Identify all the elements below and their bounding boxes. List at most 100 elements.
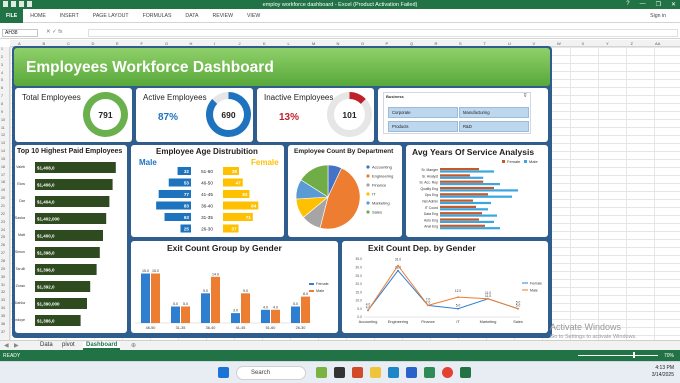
exit-dept-male-label: 11.0 xyxy=(485,291,491,295)
taskbar-search[interactable]: Search xyxy=(236,366,306,380)
dept-legend-marker xyxy=(366,165,370,169)
tab-data[interactable]: DATA xyxy=(178,13,205,19)
tab-scroll-right-icon[interactable]: ▶ xyxy=(14,342,19,349)
service-female-bar xyxy=(440,168,479,171)
store-icon[interactable] xyxy=(424,367,435,378)
service-male-bar xyxy=(440,201,491,205)
minimize-button[interactable]: — xyxy=(640,1,646,8)
age-chart: 32 51-60 38 53 46-50 47 77 41-45 63 83 36-40 84 63 31… xyxy=(156,167,259,233)
row-header: 7 xyxy=(1,94,3,99)
age-female-value: 38 xyxy=(232,169,238,174)
top10-value: $1,386,0 xyxy=(37,319,55,324)
sign-in-link[interactable]: Sign in xyxy=(650,13,666,19)
exit-gender-male-label: 15.0 xyxy=(152,269,159,273)
exit-gender-female-bar xyxy=(171,306,180,323)
exit-dept-male-label: 31.0 xyxy=(395,258,401,262)
file-explorer-icon[interactable] xyxy=(370,367,381,378)
clear-filter-icon[interactable]: ⊽ xyxy=(523,93,527,99)
top10-name: Valeb xyxy=(16,165,25,169)
mail-icon[interactable] xyxy=(406,367,417,378)
tab-review[interactable]: REVIEW xyxy=(206,13,240,19)
row-header: 35 xyxy=(1,313,5,318)
row-header: 17 xyxy=(1,172,5,177)
windows-start-icon[interactable] xyxy=(218,367,229,378)
tab-scroll-left-icon[interactable]: ◀ xyxy=(4,342,9,349)
slicer-item-manufacturing[interactable]: Manufacturing xyxy=(459,107,529,118)
top10-value: $1,392,0 xyxy=(37,285,55,290)
exit-dept-legend-label: Male xyxy=(530,289,538,293)
age-band-label: 31-35 xyxy=(201,215,213,220)
slicer-item-corporate[interactable]: Corporate xyxy=(388,107,458,118)
exit-dept-male-line xyxy=(367,264,519,311)
service-female-bar xyxy=(440,218,479,221)
tab-page-layout[interactable]: PAGE LAYOUT xyxy=(86,13,136,19)
top10-value: $1,408,0 xyxy=(37,166,55,171)
top10-value: $1,400,0 xyxy=(37,234,55,239)
task-view-icon[interactable] xyxy=(334,367,345,378)
dept-card: Employee Count By Department Accounting E… xyxy=(288,145,402,237)
service-role-label: Quality Eng xyxy=(420,187,438,191)
restore-button[interactable]: ❐ xyxy=(656,1,661,8)
exit-gender-female-label: 3.0 xyxy=(233,309,238,313)
top10-value: $1,402,000 xyxy=(37,217,60,222)
service-role-label: Sr. Manger xyxy=(421,168,438,172)
tab-file[interactable]: FILE xyxy=(0,8,24,23)
excel-taskbar-icon[interactable] xyxy=(460,367,471,378)
add-sheet-button[interactable]: ⊕ xyxy=(131,342,136,349)
exit-gender-female-bar xyxy=(261,309,270,323)
exit-dept-category: Finance xyxy=(421,320,435,324)
row-header: 3 xyxy=(1,62,3,67)
service-card: Avg Years Of Service Analysis Female Male… xyxy=(406,145,548,237)
exit-dept-card: Exit Count Dep. by Gender 35.0 30.0 25.0 20… xyxy=(342,241,548,333)
formula-buttons[interactable]: ✕ ✓ fx xyxy=(46,29,63,35)
exit-gender-male-label: 14.0 xyxy=(212,272,219,276)
exit-dept-ytick: 25.0 xyxy=(355,274,362,278)
tab-home[interactable]: HOME xyxy=(23,13,53,19)
column-header: Y xyxy=(606,41,609,46)
row-header: 5 xyxy=(1,78,3,83)
dashboard-panel: Employees Workforce Dashboard Total Empl… xyxy=(12,46,552,338)
service-male-bar xyxy=(440,227,500,230)
sheet-tab-dashboard[interactable]: Dashboard xyxy=(83,342,121,350)
row-header: 31 xyxy=(1,282,5,287)
tab-formulas[interactable]: FORMULAS xyxy=(136,13,179,19)
slicer-item-products[interactable]: Products xyxy=(388,121,458,132)
row-header: 15 xyxy=(1,156,5,161)
widgets-icon[interactable] xyxy=(316,367,327,378)
service-female-bar xyxy=(440,186,494,190)
service-female-bar xyxy=(440,174,470,177)
service-male-bar xyxy=(440,195,512,198)
exit-dept-ytick: 5.0 xyxy=(357,307,362,311)
sheet-tab-pivot[interactable]: pivot xyxy=(62,342,75,348)
row-header: 6 xyxy=(1,86,3,91)
top10-name: Elow xyxy=(17,182,25,186)
help-button[interactable]: ? xyxy=(626,1,629,8)
slicer-item-rnd[interactable]: R&D xyxy=(459,121,529,132)
exit-gender-male-label: 5.0 xyxy=(183,302,188,306)
zoom-slider[interactable] xyxy=(578,355,658,356)
top10-name: Kalendoye xyxy=(15,318,25,322)
tab-view[interactable]: VIEW xyxy=(240,13,267,19)
exit-dept-category: IT xyxy=(456,320,460,324)
edge-icon[interactable] xyxy=(388,367,399,378)
exit-gender-legend-label: Male xyxy=(316,289,324,293)
tab-insert[interactable]: INSERT xyxy=(53,13,86,19)
sheet-tab-data[interactable]: Data xyxy=(40,342,53,348)
close-button[interactable]: ✕ xyxy=(671,1,676,8)
formula-input[interactable] xyxy=(88,29,678,37)
system-clock[interactable]: 4:13 PM 3/14/2025 xyxy=(652,365,674,379)
age-female-value: 47 xyxy=(236,181,242,186)
zoom-slider-thumb[interactable] xyxy=(633,352,635,358)
slicer-header: Business xyxy=(386,94,404,99)
row-header: 20 xyxy=(1,196,5,201)
dept-legend-label: IT xyxy=(372,192,376,197)
exit-gender-category: 36-40 xyxy=(206,326,216,330)
exit-gender-female-label: 9.0 xyxy=(203,289,208,293)
chrome-icon[interactable] xyxy=(442,367,453,378)
name-box[interactable]: AH38 xyxy=(2,29,38,37)
age-title: Employee Age Distrubition xyxy=(156,147,258,156)
app-icon[interactable] xyxy=(352,367,363,378)
service-male-bar xyxy=(440,208,488,211)
service-title: Avg Years Of Service Analysis xyxy=(412,147,535,157)
row-header: 1 xyxy=(1,47,3,51)
